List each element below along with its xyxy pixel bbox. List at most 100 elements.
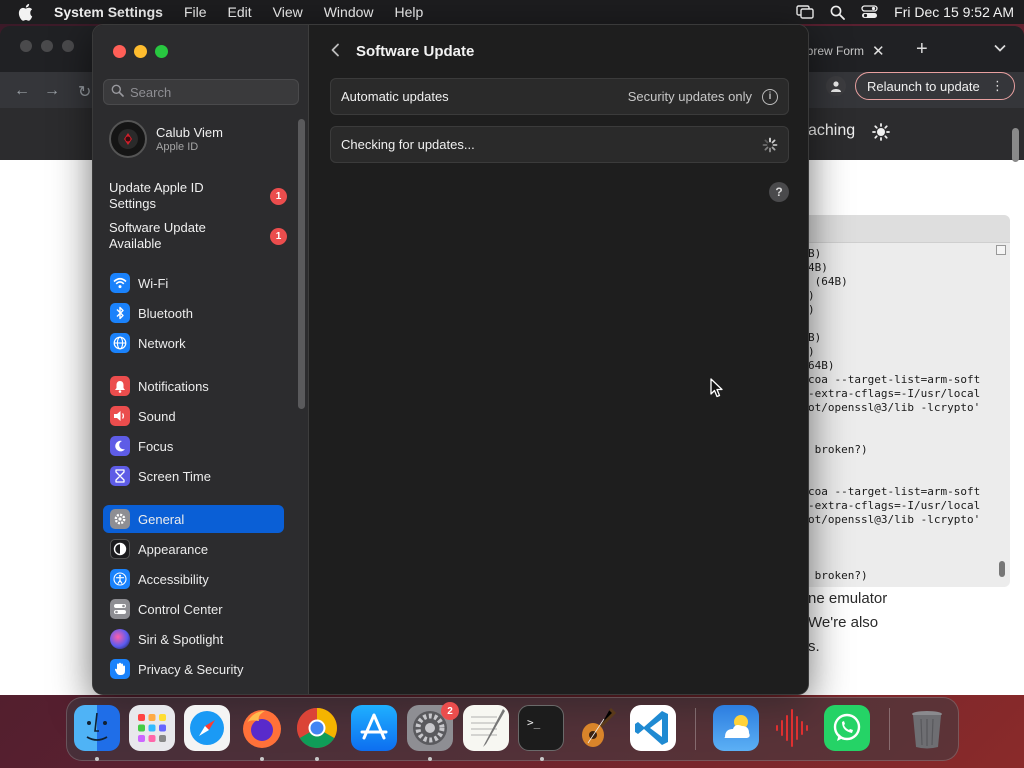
sidebar-item-notifications[interactable]: Notifications <box>103 372 284 400</box>
browser-menu-icon[interactable]: ⋮ <box>991 78 1004 94</box>
site-nav-link[interactable]: aching <box>808 122 855 140</box>
theme-toggle-icon[interactable] <box>872 123 890 144</box>
menu-app-name[interactable]: System Settings <box>54 4 163 20</box>
browser-zoom-button[interactable] <box>62 40 74 52</box>
terminal-scrollbar[interactable] <box>996 245 1006 581</box>
sidebar-item-accessibility[interactable]: Accessibility <box>103 565 284 593</box>
zoom-window-button[interactable] <box>155 45 168 58</box>
sidebar-item-appearance[interactable]: Appearance <box>103 535 284 563</box>
weather-icon[interactable] <box>713 705 759 751</box>
software-update-available-item[interactable]: Software Update Available 1 <box>109 220 287 252</box>
terminal-line: B) <box>808 247 822 260</box>
pane-header: Software Update <box>330 41 474 62</box>
terminal-line: ) <box>808 303 815 316</box>
menu-view[interactable]: View <box>273 4 303 20</box>
browser-back-icon[interactable]: ← <box>14 82 30 100</box>
terminal-line: ) <box>808 345 815 358</box>
terminal-line: ot/openssl@3/lib -lcrypto' <box>808 401 981 414</box>
menu-help[interactable]: Help <box>395 4 424 20</box>
gear-icon <box>110 509 130 529</box>
sidebar-item-label: Accessibility <box>138 571 209 587</box>
hourglass-icon <box>110 466 130 486</box>
search-icon <box>111 84 124 100</box>
apple-menu-icon[interactable] <box>18 3 36 21</box>
terminal-line: broken?) <box>808 443 868 456</box>
terminal-output: B) 4B) (64B))) B)) 64B) coa --target-list=a… <box>808 247 988 587</box>
screen-mirroring-icon[interactable] <box>796 5 814 19</box>
automatic-updates-label: Automatic updates <box>341 89 449 104</box>
terminal-titlebar <box>790 215 1010 243</box>
terminal-line: 4B) <box>808 261 828 274</box>
control-center-icon[interactable] <box>861 5 878 19</box>
safari-icon[interactable] <box>184 705 230 751</box>
firefox-icon[interactable] <box>239 705 285 751</box>
sidebar-item-screen-time[interactable]: Screen Time <box>103 462 284 490</box>
help-button[interactable]: ? <box>769 182 789 202</box>
minimize-window-button[interactable] <box>134 45 147 58</box>
notice-badge: 1 <box>270 188 287 205</box>
sidebar-item-focus[interactable]: Focus <box>103 432 284 460</box>
sidebar-item-network[interactable]: Network <box>103 329 284 357</box>
notice-badge: 1 <box>270 228 287 245</box>
hand-icon <box>110 659 130 679</box>
trash-icon[interactable] <box>904 705 950 751</box>
browser-minimize-button[interactable] <box>41 40 53 52</box>
terminal-icon[interactable]: >_ <box>518 705 564 751</box>
dock-separator <box>695 708 696 750</box>
menu-edit[interactable]: Edit <box>228 4 252 20</box>
page-scrollbar[interactable] <box>1012 128 1019 162</box>
terminal-line: coa --target-list=arm-soft <box>808 373 981 386</box>
voice-memos-icon[interactable] <box>769 705 815 751</box>
finder-icon[interactable] <box>74 705 120 751</box>
notice-label: Update Apple ID Settings <box>109 180 204 211</box>
automatic-updates-row: Automatic updates Security updates only … <box>330 78 789 115</box>
sidebar-scrollbar[interactable] <box>298 119 305 409</box>
software-update-pane: Software Update Automatic updates Securi… <box>310 25 808 694</box>
running-indicator <box>95 757 99 761</box>
browser-forward-icon[interactable]: → <box>44 82 60 100</box>
sidebar-item-label: Bluetooth <box>138 305 193 321</box>
info-icon[interactable]: i <box>762 88 778 105</box>
relaunch-to-update-button[interactable]: Relaunch to update ⋮ <box>855 72 1015 100</box>
menu-file[interactable]: File <box>184 4 207 20</box>
sidebar-item-privacy-security[interactable]: Privacy & Security <box>103 655 284 683</box>
sidebar-item-general[interactable]: General <box>103 505 284 533</box>
tab-search-chevron-icon[interactable] <box>994 40 1006 55</box>
menu-window[interactable]: Window <box>324 4 374 20</box>
sidebar-item-label: Network <box>138 335 186 351</box>
textedit-icon[interactable] <box>463 705 509 751</box>
apple-id-account[interactable]: Calub Viem Apple ID <box>109 120 223 158</box>
close-window-button[interactable] <box>113 45 126 58</box>
sidebar-item-wifi[interactable]: Wi-Fi <box>103 269 284 297</box>
chrome-icon[interactable] <box>294 705 340 751</box>
new-tab-button[interactable]: + <box>916 38 928 61</box>
back-chevron-icon[interactable] <box>330 41 340 62</box>
whatsapp-icon[interactable] <box>824 705 870 751</box>
browser-close-button[interactable] <box>20 40 32 52</box>
browser-reload-icon[interactable]: ↻ <box>78 82 91 102</box>
terminal-window: B) 4B) (64B))) B)) 64B) coa --target-list=a… <box>790 215 1010 587</box>
sidebar-item-sound[interactable]: Sound <box>103 402 284 430</box>
spotlight-search-icon[interactable] <box>830 5 846 20</box>
sidebar-item-bluetooth[interactable]: Bluetooth <box>103 299 284 327</box>
search-input[interactable] <box>130 84 290 100</box>
update-apple-id-settings-item[interactable]: Update Apple ID Settings 1 <box>109 180 287 212</box>
menu-clock[interactable]: Fri Dec 15 9:52 AM <box>894 4 1014 20</box>
app-store-icon[interactable] <box>351 705 397 751</box>
garageband-icon[interactable] <box>574 705 620 751</box>
sidebar-item-siri-spotlight[interactable]: Siri & Spotlight <box>103 625 284 653</box>
page-text-line: We're also <box>808 614 879 631</box>
bluetooth-icon <box>110 303 130 323</box>
globe-icon <box>110 333 130 353</box>
sidebar-item-control-center[interactable]: Control Center <box>103 595 284 623</box>
page-text-line: s. <box>808 638 820 655</box>
control-center-icon <box>110 599 130 619</box>
vscode-icon[interactable] <box>630 705 676 751</box>
settings-search-field[interactable] <box>103 79 299 105</box>
launchpad-icon[interactable] <box>129 705 175 751</box>
avatar <box>109 120 147 158</box>
close-tab-icon[interactable]: ✕ <box>872 42 885 60</box>
profile-avatar-icon[interactable] <box>826 76 846 96</box>
